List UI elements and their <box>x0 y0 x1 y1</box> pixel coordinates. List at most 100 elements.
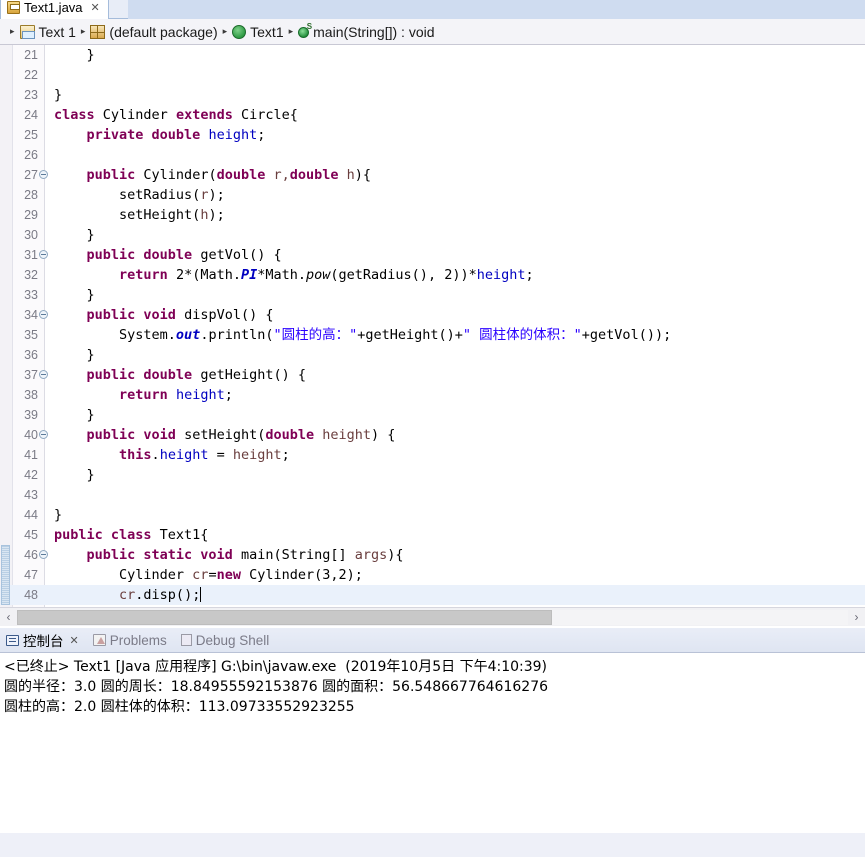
breadcrumb-item-project[interactable]: Text 1 <box>19 23 76 40</box>
console-output-line: 圆柱的高：2.0 圆柱体的体积：113.09733552923255 <box>4 699 355 715</box>
code-line[interactable]: 34 public void dispVol() { <box>0 305 865 325</box>
close-icon[interactable]: ✕ <box>91 1 100 14</box>
code-line[interactable]: 44} <box>0 505 865 525</box>
line-number: 30 <box>24 228 38 242</box>
code-area[interactable]: 21 } 22 23} 24 class Cylinder extends Circle… <box>0 45 865 605</box>
breadcrumb-label-class: Text1 <box>250 23 284 40</box>
close-icon[interactable]: ✕ <box>70 634 79 647</box>
code-line[interactable]: 39 } <box>0 405 865 425</box>
chevron-right-icon: ▸ <box>10 26 15 36</box>
code-line[interactable]: 38 return height; <box>0 385 865 405</box>
code-line[interactable]: 29 setHeight(h); <box>0 205 865 225</box>
code-line[interactable]: 47 Cylinder cr=new Cylinder(3,2); <box>0 565 865 585</box>
code-line-text: return 2*(Math.PI*Math.pow(getRadius(), … <box>119 267 534 283</box>
code-line[interactable]: 30 } <box>0 225 865 245</box>
code-line[interactable]: 43 <box>0 485 865 505</box>
editor-tab-label: Text1.java <box>24 0 83 15</box>
code-line[interactable]: 45 public class Text1{ <box>0 525 865 545</box>
code-line[interactable]: 48 cr.disp(); <box>0 585 865 605</box>
code-line-text: Cylinder cr=new Cylinder(3,2); <box>54 567 363 583</box>
code-line[interactable]: 26 <box>0 145 865 165</box>
fold-collapse-icon[interactable] <box>39 170 48 179</box>
tab-problems[interactable]: Problems <box>92 633 167 648</box>
breadcrumb-item-method[interactable]: main(String[]) : void <box>298 22 435 40</box>
code-line[interactable]: 22 <box>0 65 865 85</box>
line-number: 27 <box>24 168 38 182</box>
code-line[interactable]: 23} <box>0 85 865 105</box>
breadcrumb-label-package: (default package) <box>109 23 218 40</box>
scrollbar-track[interactable] <box>17 609 848 625</box>
source-editor[interactable]: 21 } 22 23} 24 class Cylinder extends Circle… <box>0 45 865 607</box>
code-line[interactable]: 32 return 2*(Math.PI*Math.pow(getRadius(… <box>0 265 865 285</box>
line-number: 39 <box>24 408 38 422</box>
editor-tab-text1-java[interactable]: Text1.java ✕ <box>0 0 109 19</box>
tab-debug-shell[interactable]: Debug Shell <box>180 633 269 648</box>
code-line-text: class Cylinder extends Circle{ <box>54 107 298 123</box>
fold-collapse-icon[interactable] <box>39 550 48 559</box>
console-launch-header: <已终止> Text1 [Java 应用程序] G:\bin\javaw.exe… <box>4 659 548 675</box>
line-number: 26 <box>24 148 38 162</box>
line-number: 29 <box>24 208 38 222</box>
code-line[interactable]: 41 this.height = height; <box>0 445 865 465</box>
code-line[interactable]: 25 private double height; <box>0 125 865 145</box>
breadcrumb-label-project: Text 1 <box>38 23 76 40</box>
code-line[interactable]: 40 public void setHeight(double height) … <box>0 425 865 445</box>
chevron-right-icon: ▸ <box>222 26 228 36</box>
code-line-text: } <box>54 347 95 363</box>
editor-tab-bar: Text1.java ✕ <box>0 0 865 19</box>
line-number: 35 <box>24 328 38 342</box>
line-number: 28 <box>24 188 38 202</box>
fold-collapse-icon[interactable] <box>39 430 48 439</box>
code-line[interactable]: 33 } <box>0 285 865 305</box>
scrollbar-thumb[interactable] <box>17 609 552 625</box>
method-static-icon <box>298 22 312 38</box>
code-line[interactable]: 36 } <box>0 345 865 365</box>
scroll-left-arrow-icon[interactable]: ‹ <box>0 609 17 626</box>
line-number: 38 <box>24 388 38 402</box>
editor-horizontal-scrollbar[interactable]: ‹ › <box>0 607 865 626</box>
code-line-text: } <box>54 227 95 243</box>
eclipse-ide-window: Text1.java ✕ ▸ Text 1 ▸ (default package… <box>0 0 865 857</box>
code-line[interactable]: 24 class Cylinder extends Circle{ <box>0 105 865 125</box>
fold-collapse-icon[interactable] <box>39 370 48 379</box>
code-line-text: } <box>54 507 63 523</box>
code-line[interactable]: 31 public double getVol() { <box>0 245 865 265</box>
line-number: 23 <box>24 88 38 102</box>
line-number: 33 <box>24 288 38 302</box>
breadcrumb-item-class[interactable]: Text1 <box>232 23 284 40</box>
line-number: 36 <box>24 348 38 362</box>
code-line-text: public double getVol() { <box>86 247 282 263</box>
tab-console[interactable]: 控制台 ✕ <box>6 630 79 650</box>
line-number: 25 <box>24 128 38 142</box>
line-number: 34 <box>24 308 38 322</box>
code-line[interactable]: 35 System.out.println("圆柱的高："+getHeight(… <box>0 325 865 345</box>
code-line-text: public static void main(String[] args){ <box>86 547 404 563</box>
code-line[interactable]: 28 setRadius(r); <box>0 185 865 205</box>
code-line-text: cr.disp(); <box>119 587 202 603</box>
chevron-right-icon: ▸ <box>288 26 294 36</box>
scroll-right-arrow-icon[interactable]: › <box>848 609 865 626</box>
fold-collapse-icon[interactable] <box>39 250 48 259</box>
package-icon <box>90 24 106 39</box>
changed-lines-marker <box>1 545 10 605</box>
line-number: 31 <box>24 248 38 262</box>
code-line[interactable]: 21 } <box>0 45 865 65</box>
code-line-text: } <box>54 47 95 63</box>
debug-shell-icon <box>180 634 192 646</box>
code-line[interactable]: 46 public static void main(String[] args… <box>0 545 865 565</box>
breadcrumb: ▸ Text 1 ▸ (default package) ▸ Text1 ▸ m… <box>0 19 865 45</box>
console-output[interactable]: <已终止> Text1 [Java 应用程序] G:\bin\javaw.exe… <box>0 653 865 857</box>
code-line-text: setHeight(h); <box>54 207 225 223</box>
line-number: 45 <box>24 528 38 542</box>
code-line-text: } <box>54 467 95 483</box>
code-line-text: public void setHeight(double height) { <box>86 427 396 443</box>
code-line[interactable]: 27 public Cylinder(double r,double h){ <box>0 165 865 185</box>
code-line[interactable]: 42 } <box>0 465 865 485</box>
code-line-text: } <box>54 87 63 103</box>
breadcrumb-item-package[interactable]: (default package) <box>90 23 218 40</box>
fold-collapse-icon[interactable] <box>39 310 48 319</box>
line-number: 37 <box>24 368 38 382</box>
code-line-text: System.out.println("圆柱的高："+getHeight()+"… <box>54 327 672 343</box>
line-number: 44 <box>24 508 38 522</box>
code-line[interactable]: 37 public double getHeight() { <box>0 365 865 385</box>
